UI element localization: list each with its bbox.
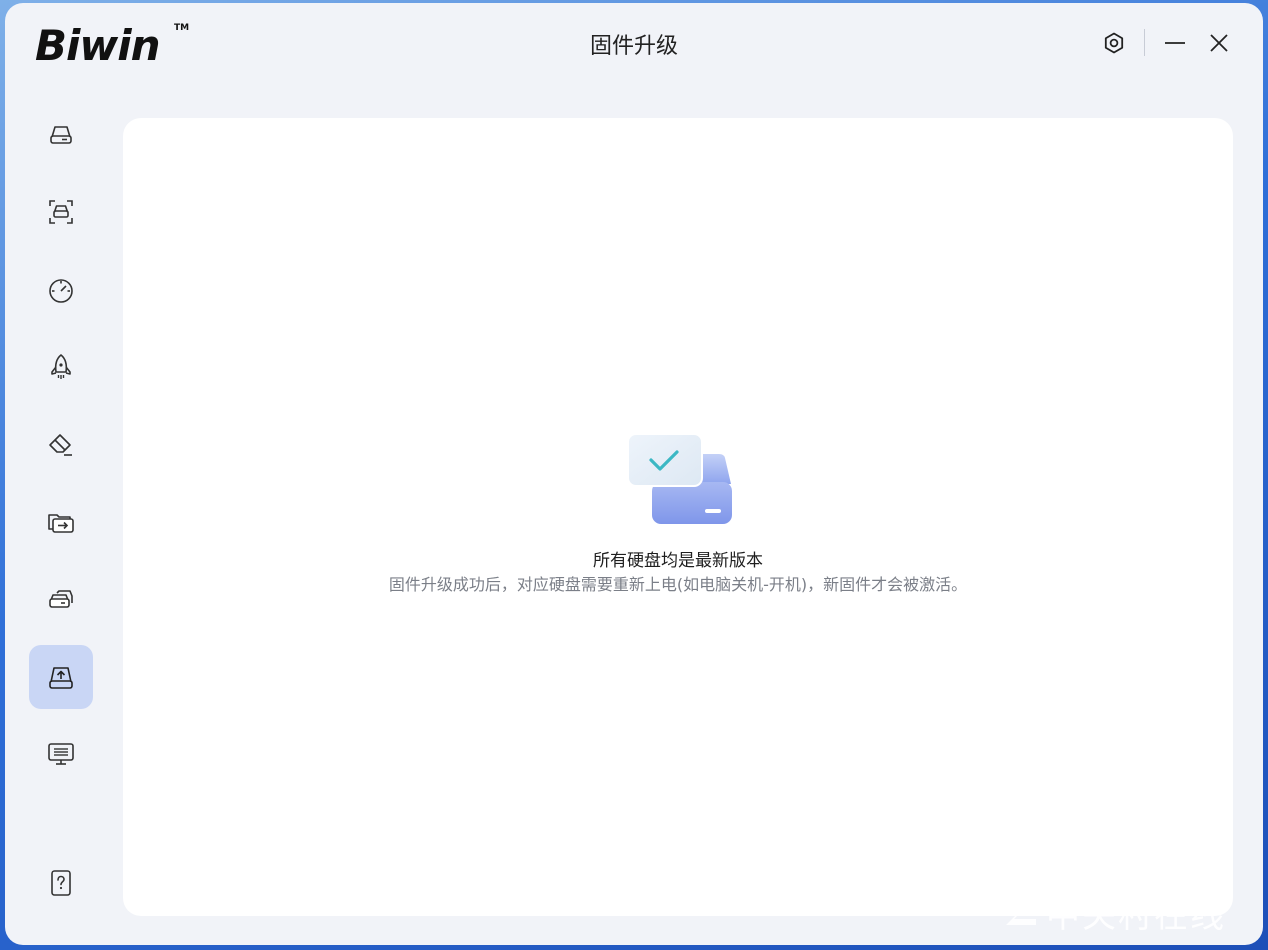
firmware-upgrade-icon	[49, 667, 73, 689]
speed-gauge-icon	[49, 279, 73, 303]
watermark-logo-icon	[1004, 899, 1036, 925]
sidebar-item-optimize[interactable]	[29, 335, 93, 399]
window-title: 固件升级	[589, 34, 678, 59]
close-button[interactable]	[1204, 28, 1234, 58]
settings-hexagon-icon	[1104, 32, 1124, 54]
sidebar-item-secure-erase[interactable]	[29, 413, 93, 477]
up-to-date-illustration	[623, 426, 735, 526]
main-content-panel: 所有硬盘均是最新版本 固件升级成功后，对应硬盘需要重新上电(如电脑关机-开机)，…	[123, 118, 1233, 916]
status-description: 固件升级成功后，对应硬盘需要重新上电(如电脑关机-开机)，新固件才会被激活。	[388, 575, 968, 594]
settings-button[interactable]	[1099, 28, 1129, 58]
sidebar-item-help[interactable]	[29, 851, 93, 915]
app-window: Biwin TM 固件升级 所有硬盘均是最新版本 固件升级成功后，对应硬盘需要重…	[5, 3, 1263, 945]
sidebar-item-system-info[interactable]	[29, 722, 93, 786]
watermark: 中关村在线	[1000, 890, 1226, 936]
title-bar: Biwin TM 固件升级	[5, 3, 1263, 83]
sidebar-nav	[29, 103, 93, 923]
rocket-icon	[51, 354, 71, 379]
sidebar-item-drive-scan[interactable]	[29, 180, 93, 244]
status-title: 所有硬盘均是最新版本	[593, 551, 763, 571]
sidebar-item-speed-test[interactable]	[29, 258, 93, 322]
sidebar-item-drive-info[interactable]	[29, 103, 93, 167]
folder-transfer-icon	[48, 514, 74, 533]
drive-scan-icon	[49, 200, 73, 224]
drive-clone-icon	[49, 590, 73, 608]
drive-check-icon	[627, 433, 732, 524]
help-icon	[51, 870, 71, 896]
watermark-text: 中关村在线	[1046, 895, 1226, 936]
monitor-info-icon	[48, 743, 74, 765]
drive-icon	[50, 126, 72, 144]
sidebar-item-drive-clone[interactable]	[29, 567, 93, 631]
minimize-button[interactable]	[1160, 28, 1190, 58]
title-separator	[1144, 29, 1145, 56]
sidebar-item-firmware-upgrade[interactable]	[29, 645, 93, 709]
sidebar-item-data-migration[interactable]	[29, 490, 93, 554]
eraser-icon	[49, 434, 72, 456]
close-icon	[1210, 34, 1228, 52]
minimize-icon	[1165, 42, 1185, 44]
